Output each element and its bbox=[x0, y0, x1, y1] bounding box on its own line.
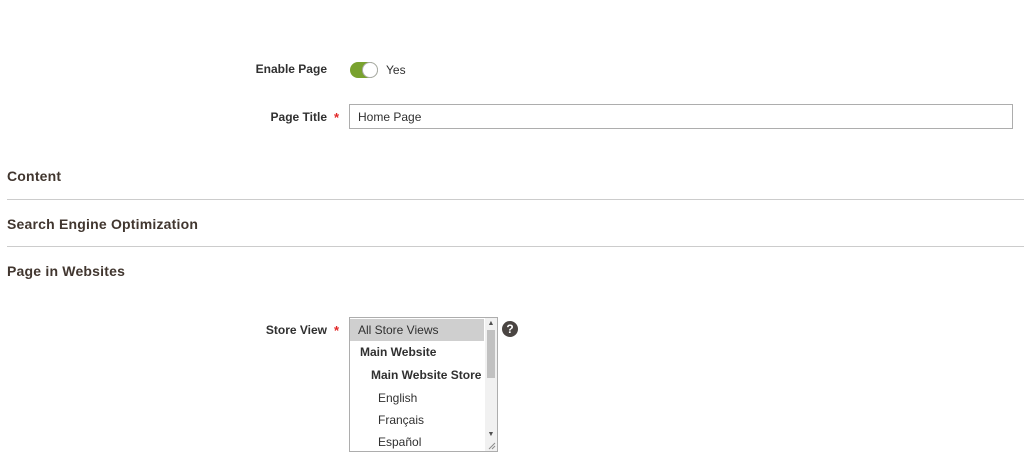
scroll-up-arrow-icon[interactable]: ▲ bbox=[485, 318, 497, 330]
section-seo-title[interactable]: Search Engine Optimization bbox=[7, 216, 198, 232]
multiselect-scrollbar[interactable]: ▲ ▼ bbox=[485, 318, 497, 451]
store-view-multiselect[interactable]: All Store Views Main Website Main Websit… bbox=[349, 317, 498, 452]
required-mark: * bbox=[334, 110, 340, 125]
store-view-option[interactable]: Main Website Store bbox=[350, 364, 484, 386]
scroll-thumb[interactable] bbox=[487, 330, 495, 378]
store-view-option[interactable]: Main Website bbox=[350, 341, 484, 363]
scroll-down-arrow-icon[interactable]: ▼ bbox=[485, 429, 497, 441]
section-page-in-websites-title[interactable]: Page in Websites bbox=[7, 263, 125, 279]
toggle-knob bbox=[362, 62, 378, 78]
store-view-option[interactable]: Español bbox=[350, 431, 484, 451]
question-circle-icon[interactable]: ? bbox=[502, 321, 518, 337]
required-mark: * bbox=[334, 323, 340, 338]
section-divider bbox=[7, 246, 1024, 247]
enable-page-value: Yes bbox=[386, 63, 406, 77]
enable-page-toggle[interactable] bbox=[350, 62, 378, 78]
resize-grip-icon[interactable] bbox=[487, 441, 496, 450]
page-title-label: Page Title bbox=[270, 110, 327, 124]
page-title-input[interactable] bbox=[349, 104, 1013, 129]
enable-page-label: Enable Page bbox=[255, 62, 327, 76]
section-divider bbox=[7, 199, 1024, 200]
store-view-option[interactable]: All Store Views bbox=[350, 319, 484, 341]
section-content-title[interactable]: Content bbox=[7, 168, 61, 184]
store-view-label: Store View bbox=[265, 323, 327, 337]
store-view-option[interactable]: Français bbox=[350, 409, 484, 431]
store-view-option[interactable]: English bbox=[350, 387, 484, 409]
